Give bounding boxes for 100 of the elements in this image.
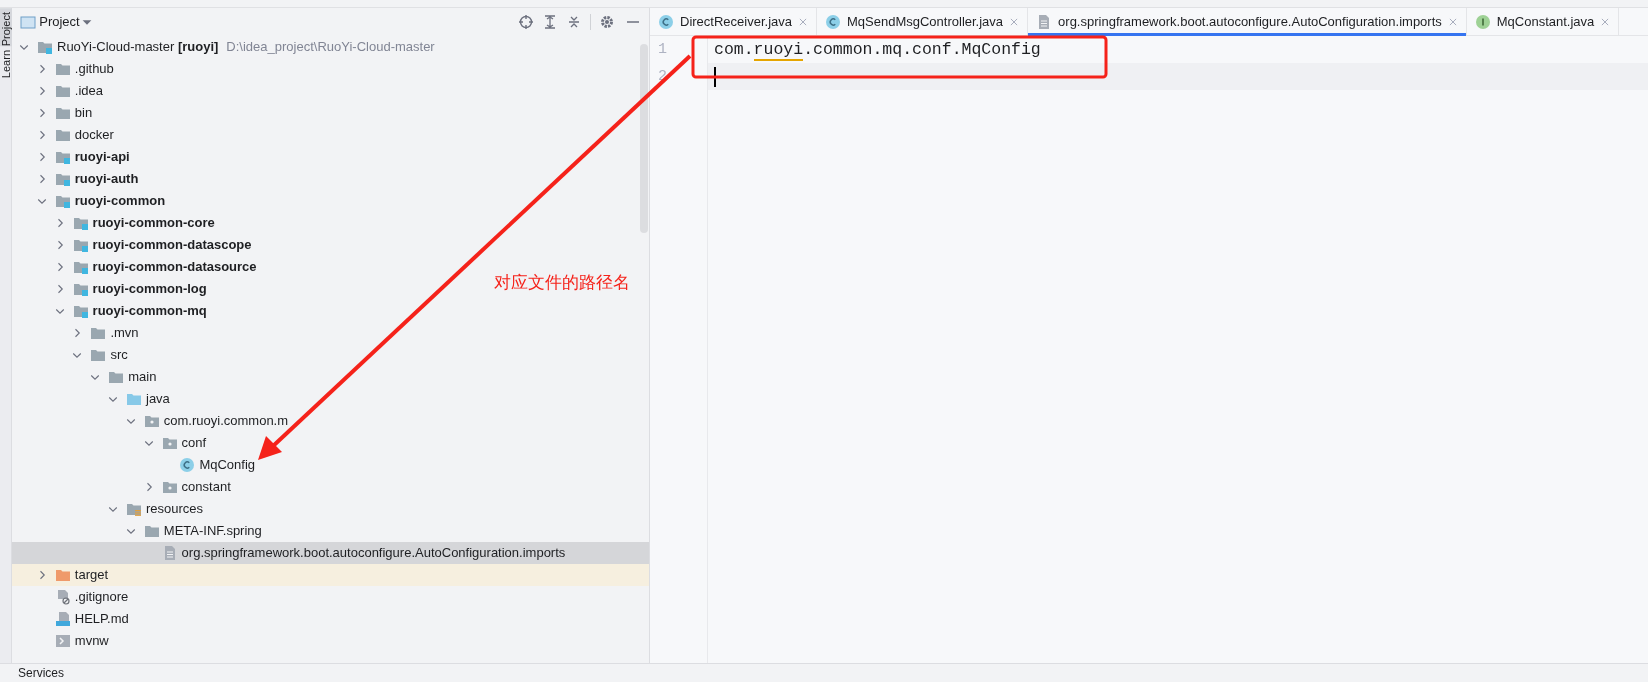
folder-icon	[54, 127, 71, 143]
tree-item[interactable]: HELP.md	[12, 608, 129, 630]
close-icon	[1600, 17, 1611, 27]
item-label: ruoyi-common-datasource	[92, 258, 257, 276]
tree-item[interactable]: ruoyi-common	[12, 190, 166, 212]
tree-item[interactable]: META-INF.spring	[12, 520, 262, 542]
tree-item[interactable]: main	[12, 366, 157, 388]
item-label: main	[128, 368, 157, 386]
close-icon	[1009, 17, 1020, 27]
expand-all-icon[interactable]	[542, 14, 558, 30]
tree-item[interactable]: docker	[12, 124, 114, 146]
annotation-text: 对应文件的路径名	[494, 273, 630, 293]
tree-item[interactable]: src	[12, 344, 128, 366]
class-icon	[825, 14, 841, 30]
tree-item[interactable]: bin	[12, 102, 93, 124]
excluded-folder-icon	[54, 567, 71, 583]
module-folder-icon	[72, 237, 89, 253]
item-label: resources	[146, 500, 204, 518]
item-label: com.ruoyi.common.m	[163, 412, 289, 430]
folder-icon	[108, 369, 125, 385]
module-folder-icon	[72, 281, 89, 297]
item-label: ruoyi-common-datascope	[92, 236, 252, 254]
source-folder-icon	[126, 391, 142, 407]
tree-item[interactable]: .idea	[12, 80, 103, 102]
tree-item[interactable]: ruoyi-common-datascope	[12, 234, 252, 256]
item-label: constant	[181, 478, 231, 496]
item-label: ruoyi-common-mq	[92, 302, 207, 320]
interface-icon	[1474, 14, 1491, 30]
text-cursor	[714, 66, 716, 87]
item-label: .mvn	[110, 324, 139, 342]
folder-icon	[54, 61, 71, 77]
project-path: D:\idea_project\RuoYi-Cloud-master	[226, 38, 435, 56]
tree-item[interactable]: constant	[12, 476, 231, 498]
item-label: mvnw	[74, 632, 109, 650]
folder-icon	[54, 83, 71, 99]
package-icon	[143, 413, 160, 429]
close-icon	[798, 17, 808, 27]
tree-item[interactable]: org.springframework.boot.autoconfigure.AutoConfiguration.imports	[12, 542, 566, 564]
module-folder-icon	[54, 149, 71, 165]
editor-tab[interactable]: MqSendMsgController.java	[817, 8, 1029, 36]
item-label: ruoyi-auth	[74, 170, 139, 188]
package-icon	[161, 435, 178, 451]
tree-item[interactable]: ruoyi-auth	[12, 168, 139, 190]
folder-icon	[143, 523, 160, 539]
tree-item[interactable]: conf	[12, 432, 207, 454]
tree-item[interactable]: RuoYi-Cloud-master [ruoyi] D:\idea_project\RuoYi-Cloud-master	[12, 36, 435, 58]
panel-title[interactable]: Project	[39, 12, 80, 32]
class-icon	[658, 14, 674, 30]
tree-item[interactable]: target	[12, 564, 109, 586]
locate-icon[interactable]	[518, 14, 534, 30]
tree-item[interactable]: com.ruoyi.common.m	[12, 410, 289, 432]
item-label: META-INF.spring	[163, 522, 262, 540]
tree-item[interactable]: ruoyi-common-core	[12, 212, 215, 234]
item-label: RuoYi-Cloud-master [ruoyi]	[57, 38, 219, 56]
module-folder-icon	[37, 39, 53, 55]
item-label: conf	[181, 434, 207, 452]
package-icon	[161, 479, 178, 495]
resources-folder-icon	[126, 501, 142, 517]
editor-tab[interactable]: MqConstant.java	[1466, 8, 1620, 36]
item-label: src	[110, 346, 128, 364]
code-line: com.ruoyi.common.mq.conf.MqConfig	[713, 39, 1042, 63]
item-label: .github	[74, 60, 114, 78]
tree-item[interactable]: ruoyi-common-log	[12, 278, 207, 300]
collapse-all-icon[interactable]	[566, 14, 582, 30]
tree-item[interactable]: ruoyi-api	[12, 146, 130, 168]
item-label: ruoyi-api	[74, 148, 130, 166]
item-label: .gitignore	[74, 588, 129, 606]
item-label: bin	[74, 104, 93, 122]
line-number: 1	[657, 40, 668, 60]
item-label: ruoyi-common	[74, 192, 166, 210]
settings-icon[interactable]	[599, 14, 615, 30]
item-label: ruoyi-common-log	[92, 280, 207, 298]
tree-item[interactable]: ruoyi-common-datasource	[12, 256, 257, 278]
module-folder-icon	[54, 193, 71, 209]
close-icon	[1447, 17, 1458, 27]
module-folder-icon	[72, 303, 89, 319]
module-folder-icon	[54, 171, 71, 187]
tree-item[interactable]: ruoyi-common-mq	[12, 300, 207, 322]
tree-item[interactable]: resources	[12, 498, 204, 520]
tool-window-tab[interactable]: Project	[0, 8, 12, 47]
module-folder-icon	[72, 259, 89, 275]
editor-tab[interactable]: org.springframework.boot.autoconfigure.AutoConfiguration.imports	[1028, 8, 1467, 36]
item-label: .idea	[74, 82, 103, 100]
module-folder-icon	[72, 215, 89, 231]
item-label: org.springframework.boot.autoconfigure.AutoConfiguration.imports	[181, 544, 566, 562]
tree-item[interactable]: java	[12, 388, 170, 410]
scrollbar-thumb[interactable]	[640, 44, 648, 233]
item-label: target	[74, 566, 109, 584]
panel-icon	[20, 14, 36, 30]
tree-item[interactable]: mvnw	[12, 630, 109, 652]
tree-item[interactable]: .mvn	[12, 322, 139, 344]
folder-icon	[54, 105, 71, 121]
tree-item[interactable]: .gitignore	[12, 586, 129, 608]
tree-item[interactable]: .github	[12, 58, 114, 80]
item-label: HELP.md	[74, 610, 129, 628]
tool-window-tab[interactable]: Learn	[0, 46, 12, 83]
folder-icon	[90, 347, 107, 363]
class-icon	[179, 457, 196, 473]
tree-item[interactable]: MqConfig	[12, 454, 256, 476]
script-file-icon	[54, 633, 71, 649]
